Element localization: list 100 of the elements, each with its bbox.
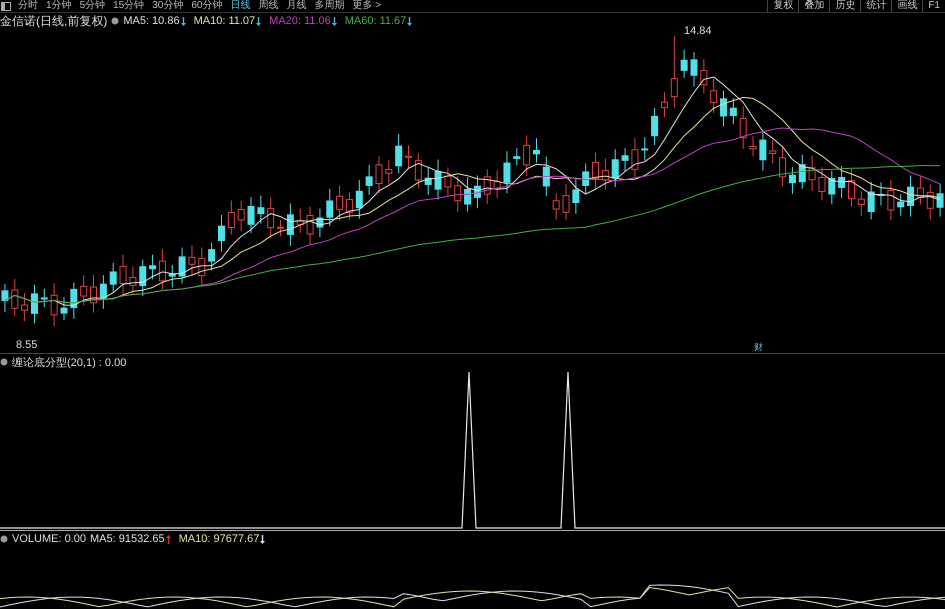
candlestick — [168, 264, 176, 288]
candlestick — [503, 150, 510, 194]
candlestick — [916, 176, 924, 205]
candlestick — [286, 203, 294, 246]
candlestick — [464, 176, 472, 212]
candlestick — [306, 206, 314, 246]
indicator-value: MA60: 11.67 — [344, 15, 406, 27]
candlestick — [228, 200, 235, 236]
candlestick — [198, 247, 206, 286]
candlestick — [700, 58, 708, 94]
candlestick — [690, 52, 698, 88]
period-tab[interactable]: 多周期 — [312, 0, 350, 12]
candlestick — [494, 170, 501, 198]
candlestick — [356, 179, 363, 220]
period-tab[interactable]: 60分钟 — [188, 0, 228, 12]
toolbar-button[interactable]: 复权 — [767, 0, 798, 12]
low-price-label: 8.55 — [16, 339, 38, 351]
candlestick — [897, 194, 904, 216]
candlestick — [366, 164, 373, 196]
period-tab[interactable]: 1分钟 — [43, 0, 77, 12]
candlestick — [838, 165, 846, 199]
candlestick — [434, 159, 442, 200]
candlestick — [238, 200, 245, 232]
candlestick — [818, 166, 826, 201]
indicator-value: MA5: 91532.65 — [90, 533, 165, 545]
candlestick — [631, 138, 638, 177]
candlestick — [592, 152, 600, 190]
candlestick — [454, 176, 462, 213]
toolbar-button[interactable]: F1 — [922, 0, 945, 12]
candlestick — [385, 159, 392, 185]
candlestick — [878, 182, 885, 206]
period-tab[interactable]: 更多 > — [350, 0, 386, 12]
candlestick — [414, 152, 422, 189]
stock-title: 金信诺(日线,前复权) — [0, 12, 108, 30]
candlestick — [868, 181, 875, 220]
candlestick — [828, 170, 836, 205]
candlestick — [750, 136, 757, 157]
settings-dot-icon[interactable] — [0, 358, 8, 366]
candlestick — [474, 175, 481, 209]
candlestick — [926, 184, 934, 220]
candlestick — [218, 214, 225, 252]
candlestick — [158, 248, 166, 290]
candlestick — [149, 254, 156, 280]
candlestick — [542, 156, 550, 197]
candlestick — [100, 274, 107, 310]
candlestick — [346, 192, 353, 220]
candlestick — [444, 166, 452, 196]
candlestick — [90, 274, 98, 314]
candlestick — [907, 174, 914, 218]
candlestick — [395, 134, 402, 174]
candlestick — [178, 247, 186, 284]
candlestick — [208, 242, 216, 271]
panel-toggle-icon[interactable] — [1, 2, 11, 10]
candlestick — [21, 292, 28, 322]
candlestick — [375, 156, 382, 194]
candlestick — [572, 178, 580, 214]
toolbar-button[interactable]: 画线 — [891, 0, 922, 12]
settings-dot-icon[interactable] — [0, 535, 8, 543]
candlestick — [798, 154, 806, 190]
candlestick — [651, 108, 658, 146]
toolbar-button[interactable]: 叠加 — [798, 0, 830, 12]
candlestick — [1, 284, 8, 312]
candlestick — [622, 148, 629, 172]
candlestick — [80, 274, 88, 306]
period-tab[interactable]: 日线 — [228, 0, 256, 12]
candlestick — [740, 106, 747, 150]
candlestick — [552, 192, 560, 220]
candlestick — [808, 155, 816, 192]
candlestick — [779, 146, 786, 187]
candlestick — [769, 138, 776, 164]
period-tab[interactable]: 5分钟 — [76, 0, 110, 12]
candlestick — [848, 168, 855, 208]
candlestick — [858, 190, 865, 216]
period-tab[interactable]: 月线 — [284, 0, 312, 12]
period-tab[interactable]: 分时 — [15, 0, 43, 12]
candlestick — [139, 259, 146, 296]
period-tab[interactable]: 周线 — [256, 0, 284, 12]
toolbar-button[interactable]: 历史 — [829, 0, 860, 12]
settings-dot-icon[interactable] — [111, 17, 120, 25]
candlestick — [582, 163, 590, 194]
indicator-legend: 缠论底分型(20,1) : 0.00 — [12, 354, 126, 370]
candlestick — [257, 195, 264, 224]
candlestick — [523, 135, 530, 177]
candlestick — [110, 262, 117, 292]
candlestick — [30, 284, 38, 324]
period-tab[interactable]: 15分钟 — [110, 0, 150, 12]
candlestick — [484, 168, 491, 204]
candlestick — [11, 278, 18, 317]
candlestick — [40, 288, 48, 308]
candlestick — [720, 90, 728, 127]
volume-label: VOLUME: 0.00 — [12, 533, 86, 545]
candlestick — [277, 220, 284, 237]
candlestick — [936, 183, 944, 218]
period-tab[interactable]: 30分钟 — [149, 0, 188, 12]
candlestick — [532, 138, 540, 164]
candlestick — [405, 144, 412, 170]
candlestick — [336, 184, 344, 222]
indicator-value: MA5: 10.86 — [123, 15, 180, 27]
candlestick — [788, 166, 796, 194]
candlestick — [129, 266, 136, 294]
